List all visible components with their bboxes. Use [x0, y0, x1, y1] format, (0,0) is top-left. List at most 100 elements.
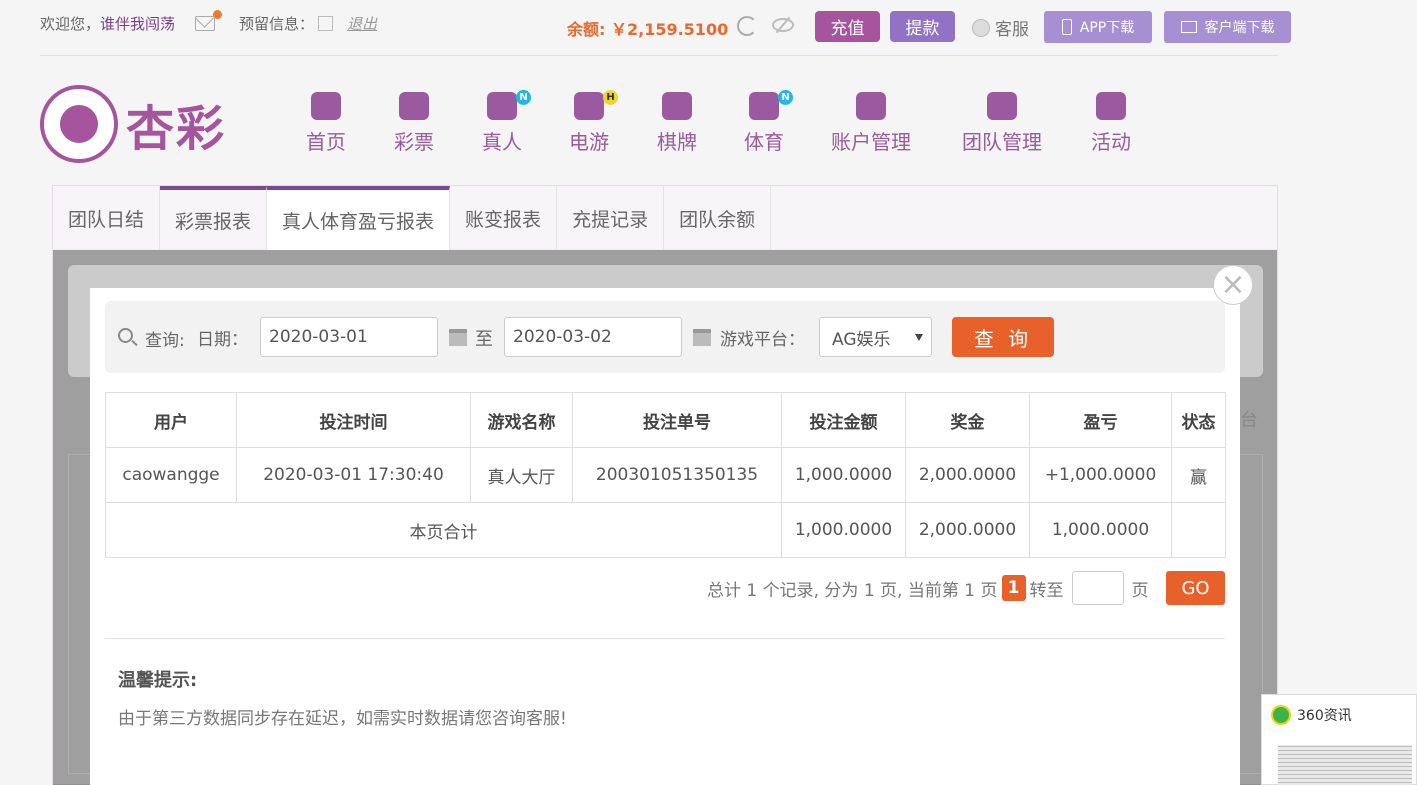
- new-badge: N: [516, 90, 531, 105]
- nav-item-sports[interactable]: N 体育: [744, 90, 793, 155]
- top-divider: [40, 55, 1278, 56]
- date-to-input[interactable]: 2020-03-02: [504, 317, 682, 357]
- to-label: 至: [475, 329, 493, 350]
- nav-item-egame[interactable]: H 电游: [569, 90, 618, 155]
- balance-value: ￥2,159.5100: [610, 20, 729, 39]
- logo-mark-icon: [40, 85, 118, 163]
- pager-summary: 总计 1 个记录, 分为 1 页, 当前第 1 页: [707, 580, 998, 601]
- nav-label: 账户管理: [831, 130, 911, 154]
- result-table: 用户 投注时间 游戏名称 投注单号 投注金额 奖金 盈亏 状态 caowangg…: [105, 392, 1226, 558]
- nav-item-cards[interactable]: 棋牌: [657, 92, 697, 155]
- total-status: [1171, 502, 1226, 558]
- tab-deposit-withdraw[interactable]: 充提记录: [557, 186, 665, 250]
- nav-label: 棋牌: [657, 130, 697, 154]
- welcome-text: 欢迎您，: [40, 15, 101, 33]
- news-widget[interactable]: 360资讯: [1261, 694, 1417, 785]
- news-thumbnail[interactable]: [1278, 745, 1412, 785]
- nav-label: 首页: [306, 130, 346, 154]
- hot-badge: H: [603, 90, 618, 105]
- tab-account-change[interactable]: 账变报表: [450, 186, 558, 250]
- balance-display: 余额: ￥2,159.5100: [567, 16, 728, 40]
- team-icon: [987, 92, 1017, 120]
- tip-text: 由于第三方数据同步存在延迟，如需实时数据请您咨询客服!: [118, 709, 567, 729]
- nav-label: 真人: [482, 130, 522, 154]
- nav-label: 活动: [1091, 130, 1131, 154]
- date-label: 日期：: [197, 330, 248, 350]
- tab-lottery-report[interactable]: 彩票报表: [160, 186, 268, 250]
- withdraw-button[interactable]: 提款: [890, 11, 955, 42]
- tab-team-balance[interactable]: 团队余额: [664, 186, 772, 250]
- cell-order: 200301051350135: [572, 447, 782, 503]
- hide-balance-icon[interactable]: [772, 18, 794, 32]
- client-download-label: 客户端下载: [1204, 20, 1275, 36]
- app-download-label: APP下载: [1079, 20, 1135, 36]
- tab-live-sports-report[interactable]: 真人体育盈亏报表: [267, 186, 451, 250]
- balance-label: 余额:: [567, 20, 606, 39]
- platform-label: 游戏平台：: [720, 330, 805, 350]
- report-modal: 查询: 日期： 2020-03-01 至 2020-03-02 游戏平台： AG…: [90, 288, 1240, 785]
- lottery-icon: [399, 92, 429, 120]
- table-header-row: 用户 投注时间 游戏名称 投注单号 投注金额 奖金 盈亏 状态: [105, 392, 1226, 448]
- trophy-icon: N: [749, 90, 793, 120]
- nav-label: 体育: [744, 130, 784, 154]
- widget-header: 360资讯: [1271, 705, 1352, 725]
- cards-icon: [662, 92, 692, 120]
- total-profit: 1,000.0000: [1029, 502, 1172, 558]
- client-download-button[interactable]: 客户端下载: [1164, 11, 1291, 43]
- monitor-icon: [1180, 21, 1197, 33]
- column-header: 投注单号: [572, 392, 782, 448]
- pagination: 总计 1 个记录, 分为 1 页, 当前第 1 页 1 转至 页 GO: [707, 571, 1227, 605]
- go-button[interactable]: GO: [1166, 571, 1225, 605]
- close-icon[interactable]: ×: [1213, 265, 1253, 305]
- site-logo[interactable]: 杏彩: [40, 85, 226, 163]
- column-header: 奖金: [905, 392, 1030, 448]
- logout-link[interactable]: 退出: [347, 13, 377, 34]
- dropdown-arrow-icon: [915, 334, 923, 341]
- calendar-icon[interactable]: [693, 329, 711, 346]
- column-header: 投注金额: [781, 392, 906, 448]
- query-label: 查询:: [145, 331, 185, 351]
- reserve-info-label: 预留信息：: [239, 15, 315, 33]
- nav-item-lottery[interactable]: 彩票: [394, 92, 434, 155]
- nav-label: 团队管理: [962, 130, 1042, 154]
- cell-profit: +1,000.0000: [1029, 447, 1172, 503]
- goto-label: 转至: [1029, 580, 1064, 601]
- nav-item-home[interactable]: 首页: [306, 92, 346, 155]
- nav-item-team[interactable]: 团队管理: [962, 92, 1042, 155]
- goto-page-input[interactable]: [1071, 571, 1124, 605]
- app-download-button[interactable]: APP下载: [1044, 11, 1152, 43]
- calendar-icon[interactable]: [449, 329, 467, 346]
- tab-team-daily[interactable]: 团队日结: [53, 186, 161, 250]
- new-badge: N: [778, 90, 793, 105]
- total-bet: 1,000.0000: [781, 502, 906, 558]
- search-icon: [118, 328, 133, 343]
- charge-button[interactable]: 充值: [815, 11, 880, 42]
- column-header: 游戏名称: [470, 392, 573, 448]
- mail-icon[interactable]: [195, 10, 223, 31]
- edit-icon[interactable]: [318, 16, 334, 31]
- current-page[interactable]: 1: [1001, 575, 1026, 601]
- service-avatar-icon: [972, 18, 990, 37]
- query-button[interactable]: 查 询: [952, 317, 1054, 357]
- date-from-input[interactable]: 2020-03-01: [260, 317, 438, 357]
- unread-dot-icon: [213, 10, 223, 19]
- refresh-icon[interactable]: [737, 16, 757, 36]
- nav-label: 彩票: [394, 130, 434, 154]
- nav-item-account[interactable]: 账户管理: [831, 92, 911, 155]
- page-unit-label: 页: [1131, 580, 1149, 601]
- divider: [105, 638, 1225, 639]
- customer-service-link[interactable]: 客服: [972, 15, 1029, 40]
- nav-item-live[interactable]: N 真人: [482, 90, 531, 155]
- nav-item-activity[interactable]: 活动: [1091, 92, 1131, 155]
- yen-icon: [856, 92, 886, 120]
- username-link[interactable]: 谁伴我闯荡: [100, 13, 175, 34]
- column-header: 状态: [1171, 392, 1226, 448]
- query-bar: 查询: 日期： 2020-03-01 至 2020-03-02 游戏平台： AG…: [105, 301, 1225, 373]
- nav-label: 电游: [569, 130, 609, 154]
- gamepad-icon: H: [574, 90, 618, 120]
- service-label: 客服: [995, 20, 1029, 40]
- cell-bet: 1,000.0000: [781, 447, 906, 503]
- home-icon: [311, 92, 341, 120]
- platform-select[interactable]: AG娱乐: [819, 317, 932, 357]
- total-prize: 2,000.0000: [905, 502, 1030, 558]
